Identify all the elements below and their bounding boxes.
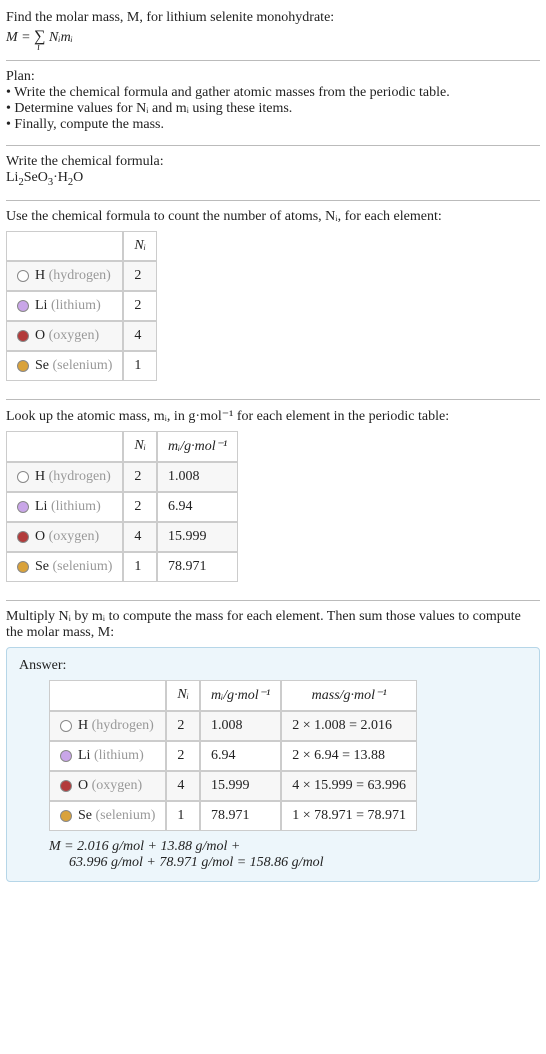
answer-box: Answer: Nᵢ mᵢ/g·mol⁻¹ mass/g·mol⁻¹ H (hy… xyxy=(6,647,540,882)
table-row: Li (lithium) 2 xyxy=(6,291,157,321)
answer-label: Answer: xyxy=(19,658,527,674)
table-row: O (oxygen) 4 15.999 4 × 15.999 = 63.996 xyxy=(49,771,417,801)
table-row: Se (selenium) 1 78.971 xyxy=(6,552,238,582)
element-swatch-icon xyxy=(17,300,29,312)
eq-rest: Nᵢmᵢ xyxy=(46,30,73,45)
count-atoms-section: Use the chemical formula to count the nu… xyxy=(6,205,540,395)
table-row: H (hydrogen) 2 1.008 xyxy=(6,462,238,492)
table-header-row: Nᵢ mᵢ/g·mol⁻¹ mass/g·mol⁻¹ xyxy=(49,680,417,711)
count-atoms-title: Use the chemical formula to count the nu… xyxy=(6,209,540,225)
plan-title: Plan: xyxy=(6,69,540,85)
cell-ni: 1 xyxy=(123,351,157,381)
element-swatch-icon xyxy=(17,501,29,513)
element-swatch-icon xyxy=(17,360,29,372)
divider xyxy=(6,200,540,201)
atomic-mass-table: Nᵢ mᵢ/g·mol⁻¹ H (hydrogen) 2 1.008 Li (l… xyxy=(6,431,238,582)
atomic-mass-section: Look up the atomic mass, mᵢ, in g·mol⁻¹ … xyxy=(6,404,540,596)
table-row: Se (selenium) 1 xyxy=(6,351,157,381)
table-header-row: Nᵢ mᵢ/g·mol⁻¹ xyxy=(6,431,238,462)
plan-bullet-3: • Finally, compute the mass. xyxy=(6,117,540,133)
atomic-mass-title: Look up the atomic mass, mᵢ, in g·mol⁻¹ … xyxy=(6,408,540,425)
eq-left: M = xyxy=(6,30,34,45)
element-swatch-icon xyxy=(17,561,29,573)
table-header-ni: Nᵢ xyxy=(166,680,200,711)
table-row: Se (selenium) 1 78.971 1 × 78.971 = 78.9… xyxy=(49,801,417,831)
table-row: O (oxygen) 4 xyxy=(6,321,157,351)
table-header-mi: mᵢ/g·mol⁻¹ xyxy=(200,680,281,711)
cell-ni: 2 xyxy=(123,291,157,321)
element-swatch-icon xyxy=(17,471,29,483)
answer-table: Nᵢ mᵢ/g·mol⁻¹ mass/g·mol⁻¹ H (hydrogen) … xyxy=(49,680,417,831)
count-atoms-table: Nᵢ H (hydrogen) 2 Li (lithium) 2 O (oxyg… xyxy=(6,231,157,381)
chem-formula-section: Write the chemical formula: Li2SeO3·H2O xyxy=(6,150,540,196)
plan-bullet-1: • Write the chemical formula and gather … xyxy=(6,85,540,101)
chem-formula: Li2SeO3·H2O xyxy=(6,170,540,188)
element-swatch-icon xyxy=(60,810,72,822)
cell-ni: 2 xyxy=(123,261,157,291)
plan-section: Plan: • Write the chemical formula and g… xyxy=(6,65,540,141)
table-header-blank xyxy=(6,231,123,261)
cell-ni: 4 xyxy=(123,321,157,351)
element-swatch-icon xyxy=(60,780,72,792)
table-header-mi: mᵢ/g·mol⁻¹ xyxy=(157,431,238,462)
element-swatch-icon xyxy=(17,330,29,342)
intro-equation: M = ∑ i Nᵢmᵢ xyxy=(6,28,540,46)
table-row: Li (lithium) 2 6.94 xyxy=(6,492,238,522)
element-swatch-icon xyxy=(17,531,29,543)
table-header-row: Nᵢ xyxy=(6,231,157,261)
plan-bullet-2: • Determine values for Nᵢ and mᵢ using t… xyxy=(6,101,540,117)
divider xyxy=(6,60,540,61)
multiply-title: Multiply Nᵢ by mᵢ to compute the mass fo… xyxy=(6,609,540,641)
molar-mass-sum: M = 2.016 g/mol + 13.88 g/mol + 63.996 g… xyxy=(49,839,527,871)
sum-sub: i xyxy=(37,42,40,53)
divider xyxy=(6,145,540,146)
divider xyxy=(6,600,540,601)
table-row: Li (lithium) 2 6.94 2 × 6.94 = 13.88 xyxy=(49,741,417,771)
table-row: H (hydrogen) 2 1.008 2 × 1.008 = 2.016 xyxy=(49,711,417,741)
sum-line-1: M = 2.016 g/mol + 13.88 g/mol + xyxy=(49,839,527,855)
element-swatch-icon xyxy=(60,720,72,732)
divider xyxy=(6,399,540,400)
chem-formula-title: Write the chemical formula: xyxy=(6,154,540,170)
table-row: H (hydrogen) 2 xyxy=(6,261,157,291)
sum-line-2: 63.996 g/mol + 78.971 g/mol = 158.86 g/m… xyxy=(49,855,527,871)
table-header-ni: Nᵢ xyxy=(123,431,157,462)
element-swatch-icon xyxy=(60,750,72,762)
intro-section: Find the molar mass, M, for lithium sele… xyxy=(6,6,540,56)
intro-text: Find the molar mass, M, for lithium sele… xyxy=(6,10,540,26)
table-header-ni: Nᵢ xyxy=(123,231,157,261)
table-row: O (oxygen) 4 15.999 xyxy=(6,522,238,552)
multiply-section: Multiply Nᵢ by mᵢ to compute the mass fo… xyxy=(6,605,540,890)
table-header-mass: mass/g·mol⁻¹ xyxy=(281,680,417,711)
element-swatch-icon xyxy=(17,270,29,282)
